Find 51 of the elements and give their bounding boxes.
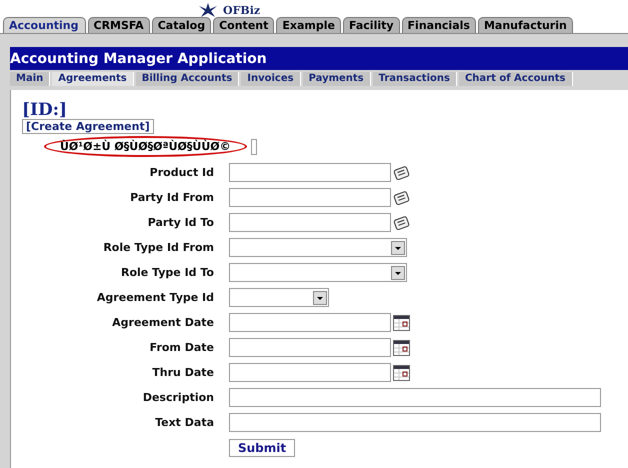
app-tab[interactable]: Financials (402, 17, 476, 33)
app-tab[interactable]: Catalog (152, 17, 212, 33)
nav-link[interactable]: Billing Accounts (136, 72, 240, 86)
field-label: Thru Date (151, 366, 214, 379)
date-field[interactable] (229, 363, 391, 382)
field-label: Description (142, 391, 214, 404)
app-tab[interactable]: Content (213, 17, 274, 33)
field-label: Role Type Id From (102, 241, 214, 254)
calendar-icon[interactable] (393, 364, 410, 380)
app-tab[interactable]: Accounting (3, 17, 86, 33)
field-label: Party Id From (129, 191, 214, 204)
input-field[interactable] (229, 388, 601, 407)
lookup-icon[interactable] (393, 214, 411, 230)
lookup-icon[interactable] (393, 190, 411, 206)
nav-link[interactable]: Transactions (372, 72, 457, 86)
lookup-icon[interactable] (393, 164, 411, 180)
input-field[interactable] (229, 213, 391, 232)
input-field[interactable] (229, 163, 391, 182)
input-field[interactable] (229, 413, 601, 432)
app-tab[interactable]: CRMSFA (88, 17, 150, 33)
submit-button[interactable]: Submit (229, 438, 296, 456)
field-label: Agreement Date (111, 316, 214, 329)
field-label: Party Id To (146, 216, 214, 229)
field-label: From Date (148, 341, 214, 354)
app-title: Accounting Manager Application (10, 50, 267, 66)
field-label: Role Type Id To (120, 266, 214, 279)
nav-link[interactable]: Chart of Accounts (458, 72, 572, 86)
dropdown[interactable] (229, 238, 407, 257)
app-tab[interactable]: Example (276, 17, 341, 33)
garbled-label: ÙØ¹Ø±Ù Ø§ÙØ§ØªÙØ§ÙÙØ© (44, 136, 247, 157)
nav-link[interactable]: Payments (302, 72, 371, 86)
input-field[interactable] (229, 188, 391, 207)
date-field[interactable] (229, 338, 391, 357)
field-label: Agreement Type Id (96, 291, 214, 304)
app-tab[interactable]: Facility (342, 17, 400, 33)
logo-text: OFBiz (223, 4, 260, 17)
nav-link[interactable]: Invoices (241, 72, 301, 86)
app-tab[interactable]: Manufacturin (478, 17, 573, 33)
star-logo-icon (197, 3, 219, 17)
create-agreement-link[interactable]: [Create Agreement] (22, 119, 154, 134)
page-heading: [ID:] (22, 102, 68, 119)
calendar-icon[interactable] (393, 314, 410, 330)
calendar-icon[interactable] (393, 340, 410, 356)
nav-link[interactable]: Agreements (52, 72, 134, 86)
dropdown[interactable] (229, 263, 407, 282)
date-field[interactable] (229, 313, 391, 332)
nav-link[interactable]: Main (10, 72, 50, 86)
dropdown[interactable] (229, 288, 329, 307)
field-label: Product Id (148, 166, 214, 179)
field-label: Text Data (154, 416, 214, 429)
input-field[interactable] (250, 138, 257, 154)
